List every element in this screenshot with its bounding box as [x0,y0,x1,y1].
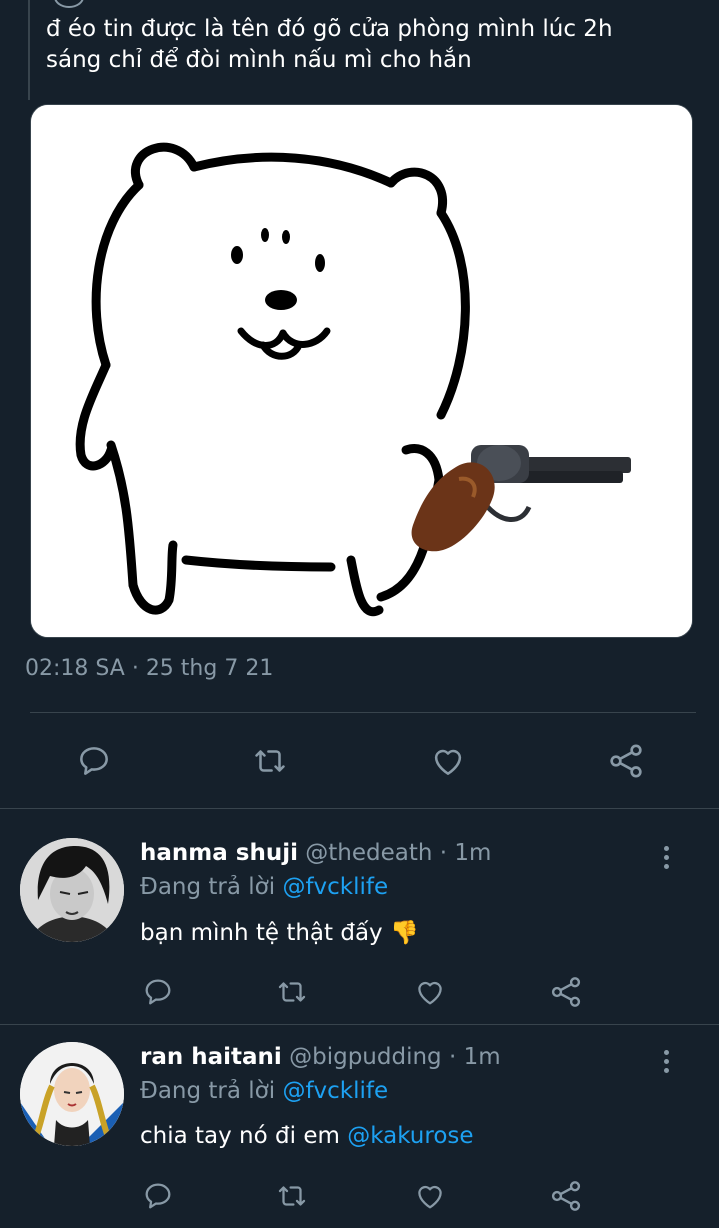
more-vertical-icon [656,1050,676,1073]
display-name[interactable]: ran haitani [140,1044,282,1070]
mention-link[interactable]: @kakurose [347,1123,473,1149]
reply-header: hanma shuji @thedeath · 1m [140,840,491,866]
comment-icon [145,979,171,1005]
reply-text: bạn mình tệ thật đấy 👎 [140,919,419,946]
thumbs-down-emoji: 👎 [389,920,419,946]
more-vertical-icon [656,846,676,869]
replying-to-link[interactable]: @fvcklife [282,1078,388,1104]
tweet-media-image[interactable] [30,104,693,638]
bear-with-revolver-illustration [31,105,692,637]
tweet-action-bar [0,725,719,795]
share-icon [551,977,581,1007]
comment-icon [145,1183,171,1209]
retweet-icon [278,982,306,1002]
meta-separator: · [441,1044,464,1070]
retweet-button[interactable] [248,739,292,783]
more-options-button[interactable] [656,1046,676,1076]
avatar[interactable] [20,838,124,942]
avatar-image-dark-hair [20,838,124,942]
avatar[interactable] [20,1042,124,1146]
tweet-text-line-1: đ éo tin được là tên đó gõ cửa phòng mìn… [46,16,613,42]
reply-text: chia tay nó đi em @kakurose [140,1123,474,1149]
heart-icon [418,981,442,1005]
timestamp-separator: · [124,656,146,681]
share-icon [551,1181,581,1211]
retweet-icon [278,1186,306,1206]
reply-age: 1m [454,840,492,866]
replying-to-link[interactable]: @fvcklife [282,874,388,900]
divider [30,712,696,713]
replying-label: Đang trả lời [140,874,276,900]
replying-to-line: Đang trả lời @fvcklife [140,1078,388,1104]
reply-age: 1m [463,1044,501,1070]
reply-header: ran haitani @bigpudding · 1m [140,1044,501,1070]
tweet-date: 25 thg 7 21 [145,656,274,681]
replying-label: Đang trả lời [140,1078,276,1104]
share-button[interactable] [546,1176,586,1216]
more-options-button[interactable] [656,842,676,872]
tweet-text-line-2: sáng chỉ để đòi mình nấu mì cho hắn [46,47,472,73]
reply-tweet[interactable]: ran haitani @bigpudding · 1m Đang trả lờ… [0,1024,719,1228]
reply-body: chia tay nó đi em [140,1123,340,1149]
user-handle[interactable]: @thedeath [305,840,432,866]
like-button[interactable] [426,739,470,783]
tweet-text: đ éo tin được là tên đó gõ cửa phòng mìn… [46,14,696,76]
share-button[interactable] [546,972,586,1012]
comment-icon [80,747,108,775]
heart-icon [418,1185,442,1209]
replying-to-line: Đang trả lời @fvcklife [140,874,388,900]
tweet-time: 02:18 SA [25,656,125,681]
tweet-timestamp: 02:18 SA · 25 thg 7 21 [25,656,273,681]
heart-icon [434,749,462,775]
avatar-image-braids [20,1042,124,1146]
display-name[interactable]: hanma shuji [140,840,298,866]
retweet-button[interactable] [272,972,312,1012]
thread-connector [28,0,30,100]
reply-tweet[interactable]: hanma shuji @thedeath · 1m Đang trả lời … [0,808,719,1024]
share-button[interactable] [604,739,648,783]
user-handle[interactable]: @bigpudding [289,1044,442,1070]
like-button[interactable] [410,972,450,1012]
like-button[interactable] [410,1176,450,1216]
retweet-button[interactable] [272,1176,312,1216]
reply-button[interactable] [72,739,116,783]
meta-separator: · [432,840,455,866]
reply-body: bạn mình tệ thật đấy [140,920,383,946]
reply-button[interactable] [138,972,178,1012]
share-icon [610,744,642,778]
previous-avatar-edge [54,0,84,8]
reply-button[interactable] [138,1176,178,1216]
retweet-icon [255,750,285,772]
